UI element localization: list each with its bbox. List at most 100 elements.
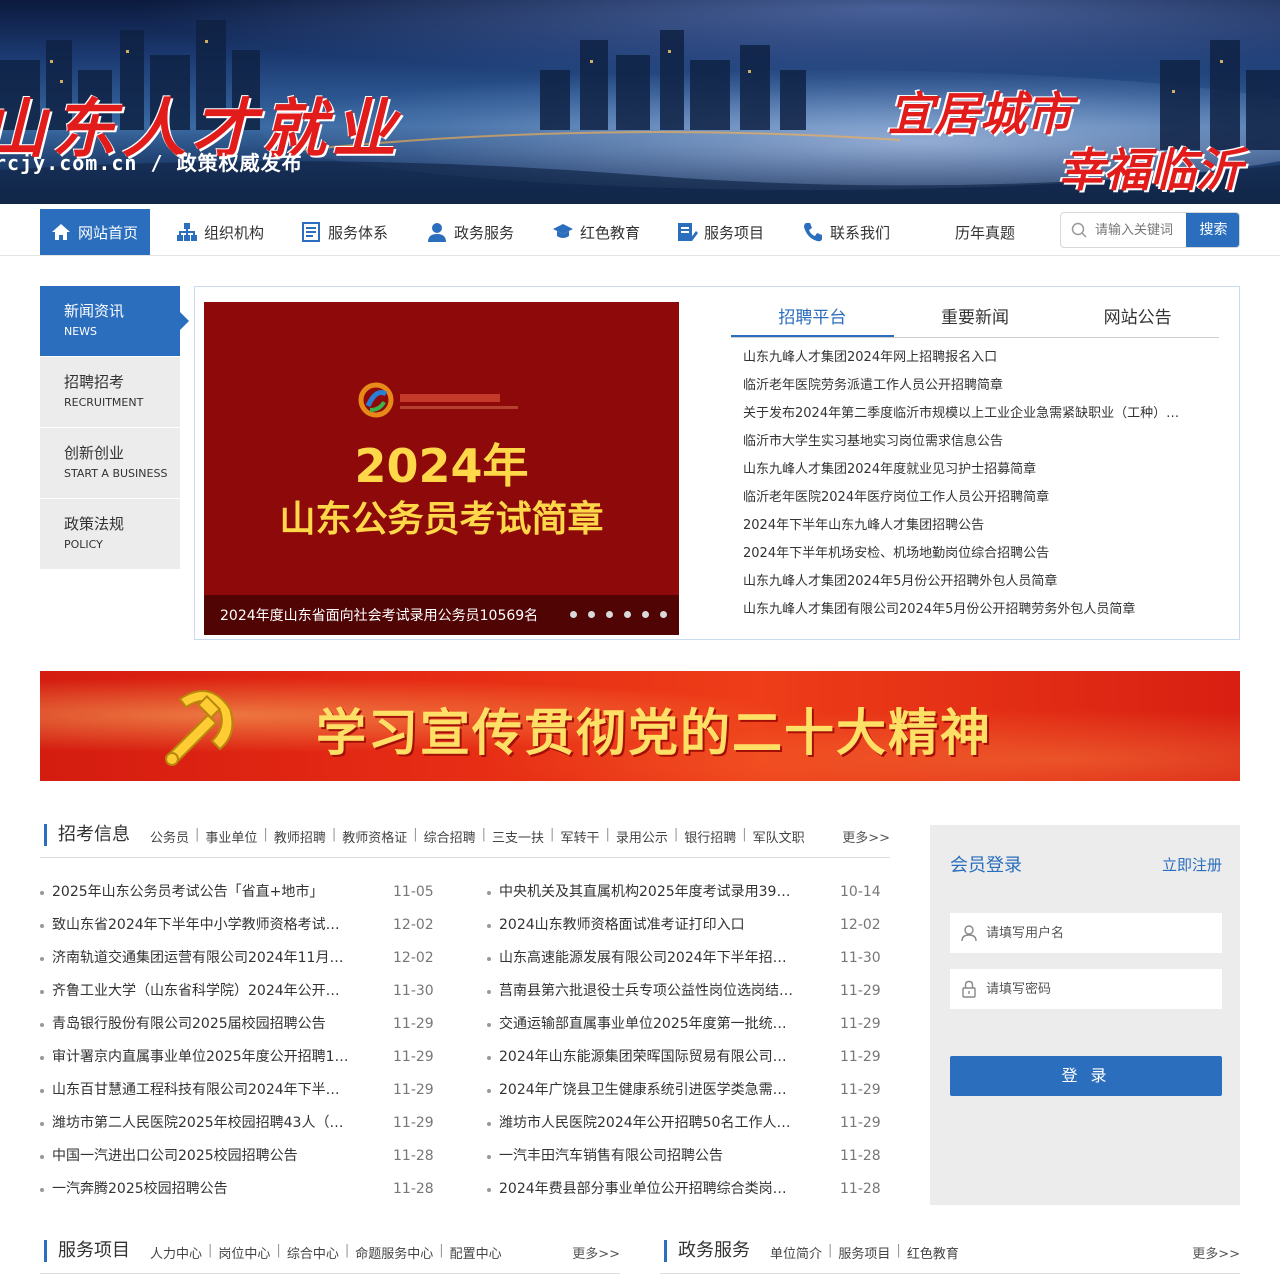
category-link[interactable]: 教师资格证 [342,827,407,846]
slide-dot[interactable] [642,611,649,618]
category-link[interactable]: 三支一扶 [492,827,544,846]
category-link[interactable]: 综合招聘 [424,827,476,846]
side-item-news[interactable]: 新闻资讯 NEWS [40,286,189,356]
category-link[interactable]: 红色教育 [907,1243,959,1262]
list-item[interactable]: 2025年山东公务员考试公告「省直+地市」 11-05 [40,876,440,909]
list-item-title[interactable]: 2025年山东公务员考试公告「省直+地市」 [52,876,352,909]
nav-item-past-exams[interactable]: 历年真题 [955,209,1015,255]
side-item-business[interactable]: 创新创业 START A BUSINESS [40,428,180,498]
slide-dot[interactable] [588,611,595,618]
list-item[interactable]: 2024年广饶县卫生健康系统引进医学类急需紧缺人才公告 11-29 [487,1074,887,1107]
list-item-title[interactable]: 交通运输部直属事业单位2025年度第一批统一公开招聘公告 [499,1008,799,1041]
news-item[interactable]: 临沂市大学生实习基地实习岗位需求信息公告 [743,428,1183,456]
list-item-title[interactable]: 2024年山东能源集团荣晖国际贸易有限公司社会招聘公告 [499,1041,799,1074]
list-item-title[interactable]: 中央机关及其直属机构2025年度考试录用3972名公务员公告 [499,876,799,909]
category-link[interactable]: 银行招聘 [684,827,736,846]
category-link[interactable]: 服务项目 [838,1243,890,1262]
category-link[interactable]: 录用公示 [616,827,668,846]
news-slider[interactable]: 2024年 山东公务员考试简章 2024年度山东省面向社会考试录用公务员1056… [204,302,679,635]
slide-dot[interactable] [570,611,577,618]
list-item[interactable]: 一汽丰田汽车销售有限公司招聘公告 11-28 [487,1140,887,1173]
category-link[interactable]: 综合中心 [287,1243,339,1262]
list-item-title[interactable]: 2024年费县部分事业单位公开招聘综合类岗位工作人员公告 [499,1173,799,1206]
list-item-title[interactable]: 中国一汽进出口公司2025校园招聘公告 [52,1140,352,1173]
tab-site-notice[interactable]: 网站公告 [1056,300,1219,337]
exam-more-link[interactable]: 更多>> [842,827,890,846]
list-item[interactable]: 潍坊市第二人民医院2025年校园招聘43人（第一批） 11-29 [40,1107,440,1140]
category-link[interactable]: 配置中心 [450,1243,502,1262]
list-item[interactable]: 致山东省2024年下半年中小学教师资格考试（笔试）考生的一封信 12-02 [40,909,440,942]
list-item[interactable]: 中国一汽进出口公司2025校园招聘公告 11-28 [40,1140,440,1173]
list-item[interactable]: 2024山东教师资格面试准考证打印入口 12-02 [487,909,887,942]
list-item[interactable]: 审计署京内直属事业单位2025年度公开招聘12名工作人员公告 11-29 [40,1041,440,1074]
list-item-title[interactable]: 一汽丰田汽车销售有限公司招聘公告 [499,1140,799,1173]
slide-dot[interactable] [660,611,667,618]
register-link[interactable]: 立即注册 [1162,854,1222,875]
search-input[interactable] [1095,213,1187,247]
category-link[interactable]: 军队文职 [753,827,805,846]
list-item[interactable]: 齐鲁工业大学（山东省科学院）2024年公开招聘工作人员公告 11-30 [40,975,440,1008]
nav-item-service-projects[interactable]: 服务项目 [676,209,764,255]
list-item[interactable]: 潍坊市人民医院2024年公开招聘50名工作人员简章 11-29 [487,1107,887,1140]
news-item[interactable]: 山东九峰人才集团2024年5月份公开招聘外包人员简章 [743,568,1183,596]
search-button[interactable]: 搜索 [1186,213,1239,247]
nav-item-contact[interactable]: 联系我们 [802,209,890,255]
login-button[interactable]: 登 录 [950,1056,1222,1096]
list-item-title[interactable]: 致山东省2024年下半年中小学教师资格考试（笔试）考生的一封信 [52,909,352,942]
nav-item-org[interactable]: 组织机构 [176,209,264,255]
list-item[interactable]: 2024年费县部分事业单位公开招聘综合类岗位工作人员公告 11-28 [487,1173,887,1206]
list-item-title[interactable]: 审计署京内直属事业单位2025年度公开招聘12名工作人员公告 [52,1041,352,1074]
category-link[interactable]: 单位简介 [770,1243,822,1262]
list-item-title[interactable]: 山东高速能源发展有限公司2024年下半年招聘公告 [499,942,799,975]
list-item[interactable]: 2024年山东能源集团荣晖国际贸易有限公司社会招聘公告 11-29 [487,1041,887,1074]
list-item-title[interactable]: 2024年广饶县卫生健康系统引进医学类急需紧缺人才公告 [499,1074,799,1107]
side-item-policy[interactable]: 政策法规 POLICY [40,499,180,569]
tab-important-news[interactable]: 重要新闻 [894,300,1057,337]
news-item[interactable]: 2024年下半年山东九峰人才集团招聘公告 [743,512,1183,540]
news-item[interactable]: 山东九峰人才集团2024年度就业见习护士招募简章 [743,456,1183,484]
list-item[interactable]: 莒南县第六批退役士兵专项公益性岗位选岗结果公示 11-29 [487,975,887,1008]
news-item[interactable]: 临沂老年医院2024年医疗岗位工作人员公开招聘简章 [743,484,1183,512]
list-item[interactable]: 山东高速能源发展有限公司2024年下半年招聘公告 11-30 [487,942,887,975]
list-item-title[interactable]: 潍坊市第二人民医院2025年校园招聘43人（第一批） [52,1107,352,1140]
nav-item-home[interactable]: 网站首页 [40,209,150,255]
slide-caption[interactable]: 2024年度山东省面向社会考试录用公务员10569名 [220,605,538,625]
nav-item-gov-service[interactable]: 政务服务 [426,209,514,255]
list-item[interactable]: 交通运输部直属事业单位2025年度第一批统一公开招聘公告 11-29 [487,1008,887,1041]
slide-dot[interactable] [606,611,613,618]
news-item[interactable]: 山东九峰人才集团有限公司2024年5月份公开招聘劳务外包人员简章 [743,596,1183,624]
username-input[interactable] [986,913,1214,953]
category-link[interactable]: 事业单位 [205,827,257,846]
tab-recruitment-platform[interactable]: 招聘平台 [731,300,894,337]
slide-dot[interactable] [624,611,631,618]
list-item-title[interactable]: 青岛银行股份有限公司2025届校园招聘公告 [52,1008,352,1041]
list-item[interactable]: 山东百甘慧通工程科技有限公司2024年下半年招聘公告 11-29 [40,1074,440,1107]
list-item-title[interactable]: 齐鲁工业大学（山东省科学院）2024年公开招聘工作人员公告 [52,975,352,1008]
list-item-title[interactable]: 济南轨道交通集团运营有限公司2024年11月社会招聘公告 [52,942,352,975]
news-item[interactable]: 山东九峰人才集团2024年网上招聘报名入口 [743,344,1183,372]
list-item-title[interactable]: 潍坊市人民医院2024年公开招聘50名工作人员简章 [499,1107,799,1140]
category-link[interactable]: 岗位中心 [218,1243,270,1262]
side-item-recruitment[interactable]: 招聘招考 RECRUITMENT [40,357,180,427]
nav-item-red-education[interactable]: 红色教育 [552,209,640,255]
list-item[interactable]: 青岛银行股份有限公司2025届校园招聘公告 11-29 [40,1008,440,1041]
list-item-title[interactable]: 2024山东教师资格面试准考证打印入口 [499,909,799,942]
list-item-title[interactable]: 一汽奔腾2025校园招聘公告 [52,1173,352,1206]
list-item[interactable]: 一汽奔腾2025校园招聘公告 11-28 [40,1173,440,1206]
list-item[interactable]: 中央机关及其直属机构2025年度考试录用3972名公务员公告 10-14 [487,876,887,909]
category-link[interactable]: 教师招聘 [274,827,326,846]
list-item-title[interactable]: 莒南县第六批退役士兵专项公益性岗位选岗结果公示 [499,975,799,1008]
service-more-link[interactable]: 更多>> [572,1243,620,1262]
list-item-title[interactable]: 山东百甘慧通工程科技有限公司2024年下半年招聘公告 [52,1074,352,1107]
category-link[interactable]: 公务员 [150,827,189,846]
password-input[interactable] [986,969,1214,1009]
news-item[interactable]: 2024年下半年机场安检、机场地勤岗位综合招聘公告 [743,540,1183,568]
category-link[interactable]: 人力中心 [150,1243,202,1262]
news-item[interactable]: 关于发布2024年第二季度临沂市规模以上工业企业急需紧缺职业（工种）目录的通知 [743,400,1183,428]
list-item[interactable]: 济南轨道交通集团运营有限公司2024年11月社会招聘公告 12-02 [40,942,440,975]
category-link[interactable]: 命题服务中心 [355,1243,433,1262]
party-banner[interactable]: 学习宣传贯彻党的二十大精神 [40,671,1240,781]
category-link[interactable]: 军转干 [560,827,599,846]
news-item[interactable]: 临沂老年医院劳务派遣工作人员公开招聘简章 [743,372,1183,400]
nav-item-service-system[interactable]: 服务体系 [300,209,388,255]
